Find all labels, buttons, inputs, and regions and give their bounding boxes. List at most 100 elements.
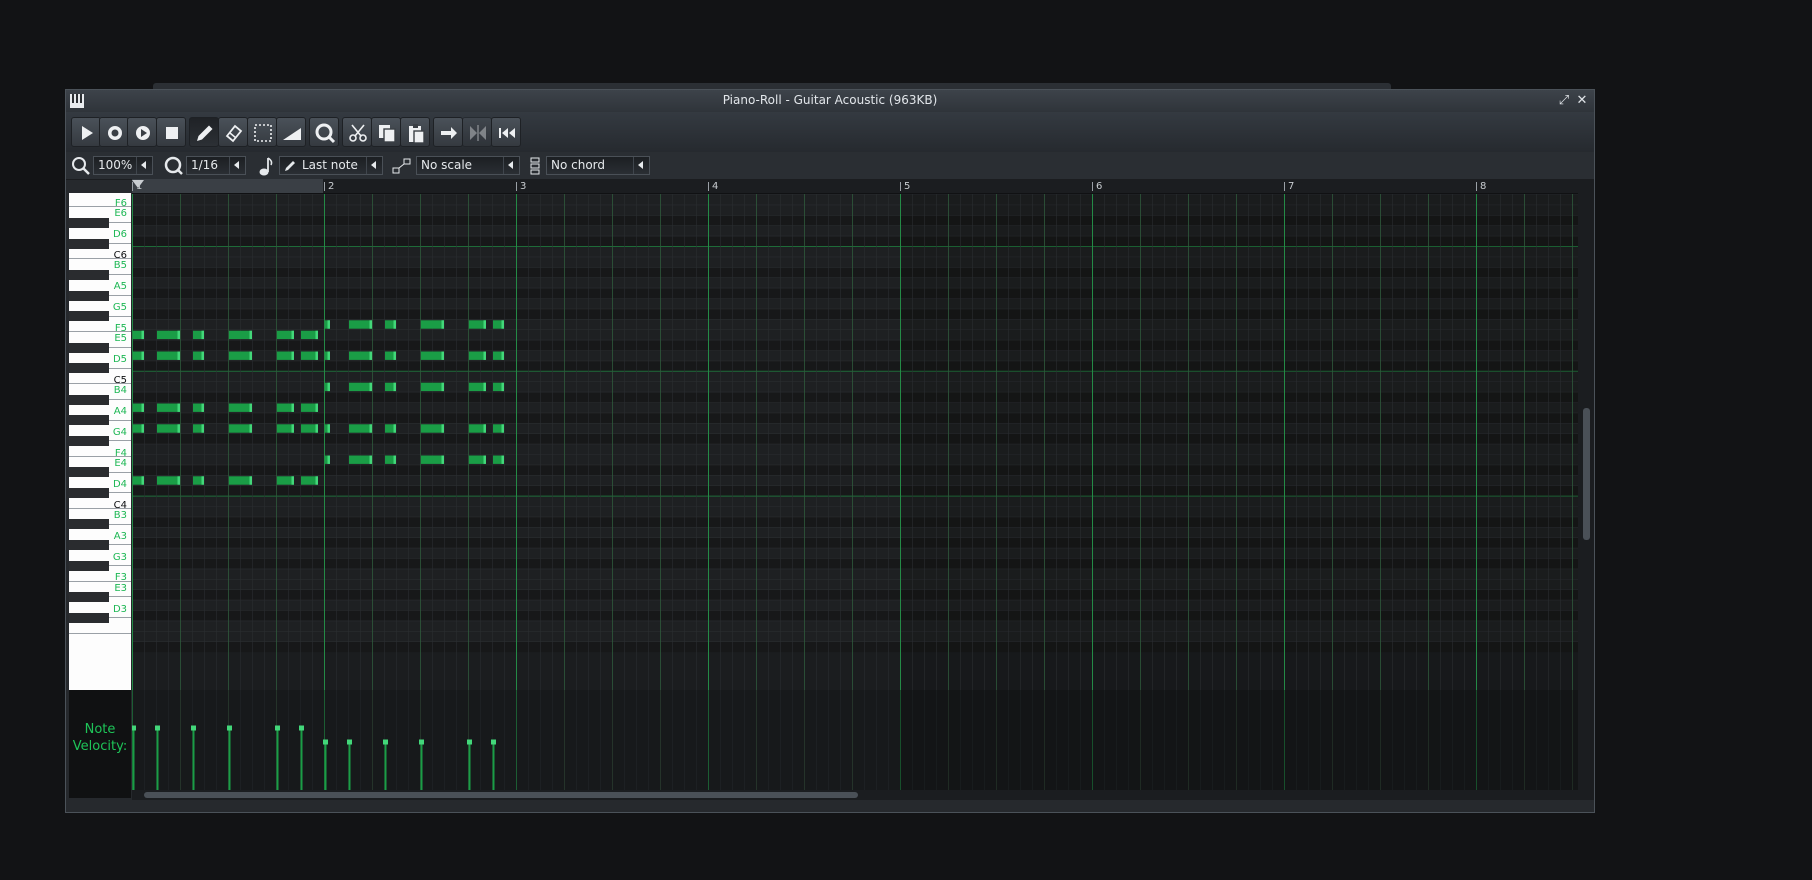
- note-d4-19[interactable]: [229, 476, 252, 485]
- note-d5-46[interactable]: [421, 351, 444, 360]
- chord-combo[interactable]: No chord: [546, 156, 650, 175]
- note-resize-handle[interactable]: [177, 476, 181, 485]
- velocity-canvas[interactable]: [132, 690, 1578, 790]
- velocity-handle-7[interactable]: [347, 739, 352, 745]
- black-key[interactable]: [69, 311, 109, 322]
- note-a4-22[interactable]: [277, 403, 294, 412]
- note-g4-48[interactable]: [421, 424, 444, 433]
- note-resize-handle[interactable]: [315, 330, 319, 340]
- note-e5-25[interactable]: [301, 330, 318, 340]
- note-resize-handle[interactable]: [369, 455, 373, 464]
- velocity-handle-6[interactable]: [323, 739, 328, 745]
- velocity-handle-0[interactable]: [132, 725, 136, 731]
- vertical-scrollbar[interactable]: [1578, 193, 1594, 790]
- erase-mode-button[interactable]: [218, 117, 248, 147]
- note-resize-handle[interactable]: [315, 351, 319, 360]
- zoom-combo[interactable]: 100%: [93, 156, 153, 175]
- note-resize-handle[interactable]: [369, 382, 373, 392]
- black-key[interactable]: [69, 290, 109, 301]
- cut-button[interactable]: [342, 117, 372, 147]
- note-resize-handle[interactable]: [201, 330, 205, 340]
- note-resize-handle[interactable]: [501, 382, 505, 392]
- note-resize-handle[interactable]: [483, 320, 487, 329]
- piano-keyboard[interactable]: F6 E6 D6 C6 B5 A5 G5 F5 E5 D5 C5 B4 A4 G4 F4 E4 D4 C4 B3 A3…: [69, 193, 131, 690]
- black-key[interactable]: [69, 519, 109, 530]
- note-grid-canvas[interactable]: [132, 194, 1578, 690]
- note-resize-handle[interactable]: [369, 351, 373, 360]
- black-key[interactable]: [69, 488, 109, 499]
- note-resize-handle[interactable]: [483, 382, 487, 392]
- note-resize-handle[interactable]: [141, 351, 145, 360]
- note-resize-handle[interactable]: [369, 320, 373, 329]
- note-resize-handle[interactable]: [483, 351, 487, 360]
- stop-button[interactable]: [156, 117, 186, 147]
- note-resize-handle[interactable]: [177, 424, 181, 433]
- stop-behaviour-back-button[interactable]: [462, 117, 492, 147]
- note-b4-47[interactable]: [421, 382, 444, 392]
- note-d4-29[interactable]: [301, 476, 318, 485]
- note-resize-handle[interactable]: [249, 424, 253, 433]
- note-a4-7[interactable]: [157, 403, 180, 412]
- note-e4-49[interactable]: [421, 455, 444, 464]
- note-resize-handle[interactable]: [201, 351, 205, 360]
- black-key[interactable]: [69, 540, 109, 551]
- velocity-handle-5[interactable]: [299, 725, 304, 731]
- black-key[interactable]: [69, 342, 109, 353]
- note-resize-handle[interactable]: [393, 455, 397, 464]
- record-button[interactable]: [99, 117, 129, 147]
- black-key[interactable]: [69, 561, 109, 571]
- note-resize-handle[interactable]: [393, 351, 397, 360]
- note-g4-18[interactable]: [229, 424, 252, 433]
- velocity-handle-3[interactable]: [227, 725, 232, 731]
- note-resize-handle[interactable]: [393, 382, 397, 392]
- paste-button[interactable]: [400, 117, 430, 147]
- note-grid[interactable]: [132, 194, 1578, 690]
- note-d5-26[interactable]: [301, 351, 318, 360]
- note-g4-8[interactable]: [157, 424, 180, 433]
- note-resize-handle[interactable]: [177, 351, 181, 360]
- velocity-handle-11[interactable]: [491, 739, 496, 745]
- note-resize-handle[interactable]: [249, 330, 253, 340]
- note-e4-39[interactable]: [349, 455, 372, 464]
- note-resize-handle[interactable]: [291, 403, 295, 412]
- note-resize-handle[interactable]: [291, 424, 295, 433]
- velocity-handle-4[interactable]: [275, 725, 280, 731]
- note-resize-handle[interactable]: [441, 424, 445, 433]
- note-resize-handle[interactable]: [441, 382, 445, 392]
- black-key[interactable]: [69, 613, 109, 623]
- horizontal-scrollbar[interactable]: [132, 790, 1594, 800]
- note-resize-handle[interactable]: [177, 403, 181, 412]
- note-resize-handle[interactable]: [291, 351, 295, 360]
- quantize-button[interactable]: [309, 117, 339, 147]
- note-resize-handle[interactable]: [249, 351, 253, 360]
- note-resize-handle[interactable]: [327, 455, 331, 464]
- note-a4-27[interactable]: [301, 403, 318, 412]
- note-resize-handle[interactable]: [369, 424, 373, 433]
- close-icon[interactable]: ✕: [1574, 93, 1590, 109]
- note-b4-37[interactable]: [349, 382, 372, 392]
- note-resize-handle[interactable]: [393, 320, 397, 329]
- note-resize-handle[interactable]: [201, 424, 205, 433]
- note-resize-handle[interactable]: [201, 476, 205, 485]
- note-d5-16[interactable]: [229, 351, 252, 360]
- vertical-scroll-thumb[interactable]: [1583, 408, 1590, 540]
- velocity-handle-1[interactable]: [155, 725, 160, 731]
- copy-button[interactable]: [371, 117, 401, 147]
- note-resize-handle[interactable]: [483, 455, 487, 464]
- note-d5-21[interactable]: [277, 351, 294, 360]
- note-resize-handle[interactable]: [177, 330, 181, 340]
- black-key[interactable]: [69, 415, 109, 426]
- note-resize-handle[interactable]: [201, 403, 205, 412]
- note-e5-5[interactable]: [157, 330, 180, 340]
- velocity-handle-9[interactable]: [419, 739, 424, 745]
- title-bar[interactable]: Piano-Roll - Guitar Acoustic (963KB) ⤢ ✕: [66, 90, 1594, 113]
- note-d5-36[interactable]: [349, 351, 372, 360]
- stop-behaviour-button[interactable]: [433, 117, 463, 147]
- draw-mode-button[interactable]: [189, 117, 219, 147]
- note-g4-28[interactable]: [301, 424, 318, 433]
- note-resize-handle[interactable]: [315, 424, 319, 433]
- quantize-combo[interactable]: 1/16: [186, 156, 246, 175]
- scale-combo[interactable]: No scale: [416, 156, 520, 175]
- note-resize-handle[interactable]: [327, 351, 331, 360]
- note-g4-23[interactable]: [277, 424, 294, 433]
